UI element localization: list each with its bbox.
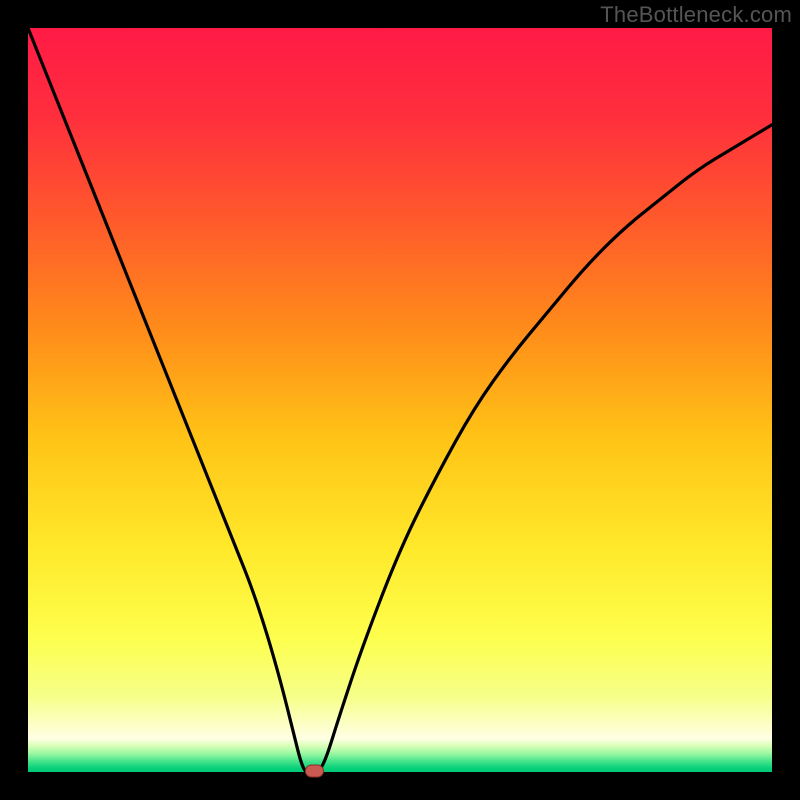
watermark-text: TheBottleneck.com: [600, 2, 792, 28]
plot-background: [28, 28, 772, 772]
chart-svg: [0, 0, 800, 800]
chart-frame: TheBottleneck.com: [0, 0, 800, 800]
optimal-point-marker: [305, 765, 323, 777]
